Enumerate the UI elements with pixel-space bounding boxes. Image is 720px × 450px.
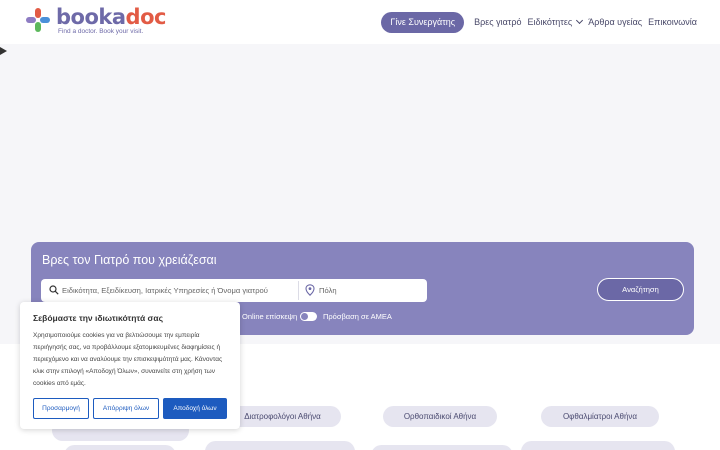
main-nav: Γίνε Συνεργάτης Βρες γιατρό Ειδικότητες … bbox=[381, 11, 700, 33]
cookie-consent-dialog: Σεβόμαστε την ιδιωτικότητά σας Χρησιμοπο… bbox=[20, 302, 240, 429]
cookie-reject-button[interactable]: Απόρριψη όλων bbox=[93, 398, 159, 419]
become-partner-button[interactable]: Γίνε Συνεργάτης bbox=[381, 11, 465, 33]
specialty-pill-partial[interactable] bbox=[521, 441, 675, 450]
accessibility-toggle[interactable]: Πρόσβαση σε ΑΜΕΑ bbox=[300, 312, 392, 321]
location-pin-icon bbox=[305, 284, 315, 296]
chevron-down-icon bbox=[576, 16, 584, 25]
search-divider bbox=[298, 281, 299, 300]
nav-specialties[interactable]: Ειδικότητες bbox=[527, 16, 584, 27]
specialty-search-input[interactable] bbox=[62, 279, 298, 302]
accessibility-switch[interactable] bbox=[300, 312, 317, 321]
city-input[interactable] bbox=[319, 279, 419, 302]
cookie-text: Χρησιμοποιούμε cookies για να βελτιώσουμ… bbox=[33, 332, 223, 387]
specialty-pill-partial[interactable] bbox=[371, 445, 513, 450]
accessibility-label: Πρόσβαση σε ΑΜΕΑ bbox=[323, 312, 392, 321]
search-box bbox=[41, 279, 427, 302]
brand-name: bookadoc bbox=[56, 5, 166, 29]
specialty-pill-dietitians[interactable]: Διατροφολόγοι Αθήνα bbox=[224, 406, 341, 427]
plus-logo-icon bbox=[26, 8, 50, 32]
search-icon bbox=[49, 285, 59, 295]
brand-logo[interactable]: bookadoc Find a doctor. Book your visit. bbox=[26, 5, 166, 39]
nav-contact[interactable]: Επικοινωνία bbox=[648, 17, 697, 27]
online-visit-toggle[interactable]: Online επίσκεψη bbox=[242, 312, 297, 321]
search-button[interactable]: Αναζήτηση bbox=[597, 278, 684, 301]
site-header: bookadoc Find a doctor. Book your visit.… bbox=[0, 0, 720, 44]
nav-find-doctor[interactable]: Βρες γιατρό bbox=[474, 17, 521, 27]
online-visit-label: Online επίσκεψη bbox=[242, 312, 298, 321]
specialty-pill-partial[interactable] bbox=[205, 441, 355, 450]
play-arrow-icon[interactable] bbox=[0, 47, 7, 55]
nav-health-articles[interactable]: Άρθρα υγείας bbox=[588, 17, 642, 27]
specialty-pill-orthopedics[interactable]: Ορθοπαιδικοί Αθήνα bbox=[383, 406, 497, 427]
nav-specialties-label: Ειδικότητες bbox=[527, 17, 573, 27]
search-title: Βρες τον Γιατρό που χρειάζεσαι bbox=[42, 253, 217, 267]
cookie-accept-button[interactable]: Αποδοχή όλων bbox=[163, 398, 227, 419]
brand-tagline: Find a doctor. Book your visit. bbox=[58, 28, 144, 35]
specialty-pill-partial[interactable] bbox=[64, 445, 176, 450]
toggle-knob bbox=[301, 313, 308, 320]
cookie-customize-button[interactable]: Προσαρμογή bbox=[33, 398, 89, 419]
specialty-pill-ophthalmology[interactable]: Οφθαλμίατροι Αθήνα bbox=[541, 406, 659, 427]
cookie-title: Σεβόμαστε την ιδιωτικότητά σας bbox=[33, 313, 163, 323]
